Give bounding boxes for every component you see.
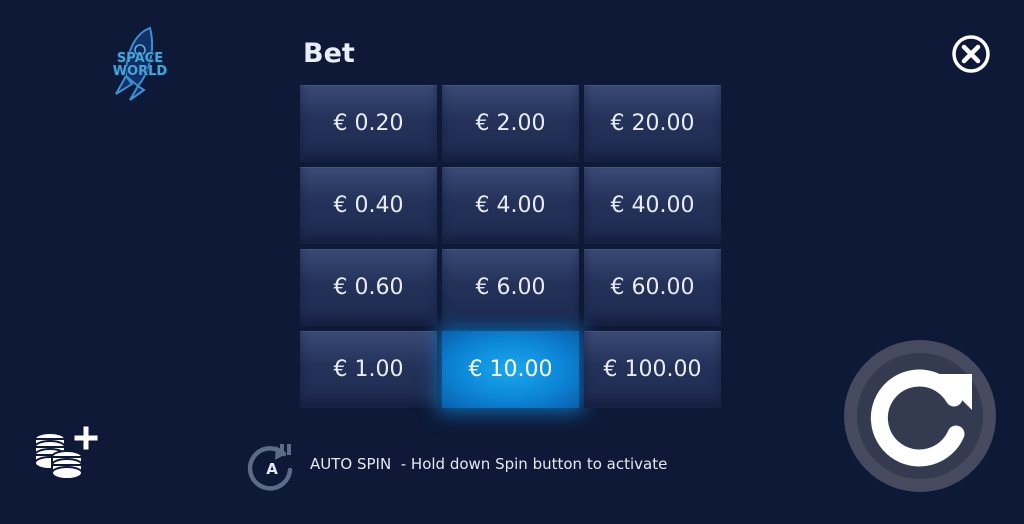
space-world-logo: SPACE WORLD [104, 24, 176, 102]
autospin-label: AUTO SPIN [310, 455, 392, 473]
bet-option-0-60[interactable]: € 0.60 [300, 249, 437, 326]
autospin-hint: AUTO SPIN - Hold down Spin button to act… [310, 455, 667, 473]
bet-option-0-40[interactable]: € 0.40 [300, 167, 437, 244]
bet-option-6-00[interactable]: € 6.00 [442, 249, 579, 326]
close-button[interactable] [951, 34, 991, 74]
bet-option-60-00[interactable]: € 60.00 [584, 249, 721, 326]
autospin-description: - Hold down Spin button to activate [400, 455, 668, 473]
bet-option-100-00[interactable]: € 100.00 [584, 331, 721, 408]
autospin-icon-letter: A [266, 460, 278, 478]
autospin-indicator: A [246, 440, 298, 492]
close-icon [952, 35, 990, 73]
autospin-icon: A [247, 444, 293, 491]
bet-title: Bet [303, 38, 355, 69]
bet-screen: SPACE WORLD Bet € 0.20 € 2.00 € 20.00 € … [0, 0, 1024, 524]
bet-option-0-20[interactable]: € 0.20 [300, 85, 437, 162]
bet-option-4-00[interactable]: € 4.00 [442, 167, 579, 244]
bet-option-1-00[interactable]: € 1.00 [300, 331, 437, 408]
spin-button[interactable] [842, 338, 998, 494]
bet-option-20-00[interactable]: € 20.00 [584, 85, 721, 162]
add-coins-button[interactable] [30, 425, 100, 485]
bet-option-40-00[interactable]: € 40.00 [584, 167, 721, 244]
bet-option-2-00[interactable]: € 2.00 [442, 85, 579, 162]
bet-options-grid: € 0.20 € 2.00 € 20.00 € 0.40 € 4.00 € 40… [300, 85, 722, 409]
spin-icon [844, 340, 996, 492]
coins-plus-icon [34, 426, 98, 480]
bet-option-10-00-selected[interactable]: € 10.00 [442, 331, 579, 408]
logo-text-line2: WORLD [112, 64, 168, 79]
